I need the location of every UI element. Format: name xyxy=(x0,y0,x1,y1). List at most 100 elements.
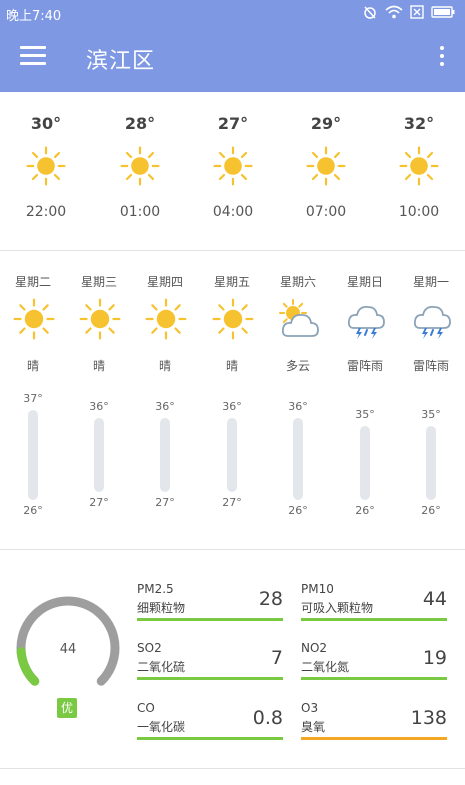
weather-description: 晴 xyxy=(158,359,171,373)
low-temp: 26° xyxy=(355,503,375,517)
low-temp: 26° xyxy=(288,503,308,517)
hourly-time: 04:00 xyxy=(212,204,254,220)
temp-range-bar xyxy=(160,418,170,492)
daily-item: 星期四 晴 36° 27° xyxy=(132,252,198,548)
temp-range-bar xyxy=(360,426,370,500)
day-name: 星期五 xyxy=(213,275,250,289)
weather-description: 雷阵雨 xyxy=(346,359,383,373)
pollutant-item: CO 一氧化碳 0.8 xyxy=(137,701,283,743)
daily-item: 星期日 雷阵雨 35° 26° xyxy=(332,252,398,548)
air-quality-panel: 44 优 PM2.5 细颗粒物 28 PM10 可吸入颗粒物 44 SO2 二氧… xyxy=(0,550,465,770)
sun-icon xyxy=(306,146,346,186)
day-name: 星期一 xyxy=(412,275,449,289)
thunderstorm-icon xyxy=(411,298,453,340)
page-title: 滨江区 xyxy=(86,49,156,74)
alarm-icon xyxy=(364,6,376,19)
pollutant-code: O3 xyxy=(301,701,319,715)
low-temp: 26° xyxy=(23,503,43,517)
hourly-time: 10:00 xyxy=(398,204,440,220)
status-time: 晚上7:40 xyxy=(6,9,62,24)
sun-icon xyxy=(212,298,254,340)
temp-range-bar xyxy=(94,418,104,492)
pollutant-name: 二氧化硫 xyxy=(137,660,186,674)
sun-icon xyxy=(120,146,160,186)
app-bar: 滨江区 xyxy=(0,26,465,92)
high-temp: 37° xyxy=(23,392,43,406)
low-temp: 26° xyxy=(421,503,441,517)
day-name: 星期三 xyxy=(80,275,117,289)
partly-cloudy-icon xyxy=(278,298,320,340)
pollutant-name: 二氧化氮 xyxy=(301,660,350,674)
pollutant-item: PM2.5 细颗粒物 28 xyxy=(137,582,283,624)
pollutant-item: NO2 二氧化氮 19 xyxy=(301,641,447,683)
hourly-time: 22:00 xyxy=(25,204,67,220)
pollutant-level-line xyxy=(137,737,283,740)
pollutant-item: PM10 可吸入颗粒物 44 xyxy=(301,582,447,624)
divider xyxy=(0,250,465,251)
day-name: 星期四 xyxy=(146,275,183,289)
pollutant-value: 138 xyxy=(410,707,447,729)
day-name: 星期六 xyxy=(279,275,316,289)
thunderstorm-icon xyxy=(345,298,387,340)
high-temp: 36° xyxy=(89,400,109,414)
pollutant-code: SO2 xyxy=(137,641,162,655)
sun-icon xyxy=(145,298,187,340)
divider xyxy=(0,768,465,769)
daily-item: 星期二 晴 37° 26° xyxy=(0,252,66,548)
low-temp: 27° xyxy=(222,495,242,509)
high-temp: 36° xyxy=(155,400,175,414)
low-temp: 27° xyxy=(155,495,175,509)
low-temp: 27° xyxy=(89,495,109,509)
pollutant-value: 19 xyxy=(422,647,447,669)
daily-item: 星期五 晴 36° 27° xyxy=(199,252,265,548)
sun-icon xyxy=(79,298,121,340)
temp-range-bar xyxy=(28,410,38,500)
sun-icon xyxy=(399,146,439,186)
sun-icon xyxy=(13,298,55,340)
aqi-value: 44 xyxy=(59,642,77,657)
pollutant-code: CO xyxy=(137,701,155,715)
weather-description: 晴 xyxy=(92,359,105,373)
temp-range-bar xyxy=(426,426,436,500)
temp-range-bar xyxy=(293,418,303,500)
pollutant-value: 0.8 xyxy=(252,707,283,729)
hourly-forecast: 30° 22:00 28° 01:00 27° 04:00 29° 07:00 32° … xyxy=(0,92,465,250)
aqi-level-badge: 优 xyxy=(57,698,77,718)
pollutant-name: 细颗粒物 xyxy=(137,601,186,615)
weather-description: 晴 xyxy=(26,359,39,373)
high-temp: 35° xyxy=(355,408,375,422)
sun-icon xyxy=(26,146,66,186)
sim-icon xyxy=(410,5,424,19)
daily-item: 星期一 雷阵雨 35° 26° xyxy=(398,252,464,548)
hourly-temp: 28° xyxy=(124,114,156,133)
day-name: 星期日 xyxy=(346,275,383,289)
pollutant-name: 一氧化碳 xyxy=(137,720,186,734)
pollutant-code: PM10 xyxy=(301,582,334,596)
weather-description: 多云 xyxy=(285,359,310,373)
hourly-temp: 27° xyxy=(217,114,249,133)
daily-item: 星期三 晴 36° 27° xyxy=(66,252,132,548)
pollutant-name: 可吸入颗粒物 xyxy=(301,601,374,615)
pollutant-code: PM2.5 xyxy=(137,582,174,596)
weather-description: 晴 xyxy=(225,359,238,373)
daily-item: 星期六 多云 36° 26° xyxy=(265,252,331,548)
weather-description: 雷阵雨 xyxy=(412,359,449,373)
more-options-icon[interactable] xyxy=(437,46,447,70)
hourly-time: 01:00 xyxy=(119,204,161,220)
pollutant-code: NO2 xyxy=(301,641,328,655)
hourly-temp: 30° xyxy=(30,114,62,133)
hourly-time: 07:00 xyxy=(305,204,347,220)
status-bar: 晚上7:40 xyxy=(0,0,465,26)
menu-icon[interactable] xyxy=(20,46,46,68)
weather-app: 晚上7:40 滨江区 30° 22:00 28° 01:00 27° 04:00… xyxy=(0,0,465,785)
pollutant-value: 28 xyxy=(258,588,283,610)
sun-icon xyxy=(213,146,253,186)
high-temp: 35° xyxy=(421,408,441,422)
pollutant-level-line xyxy=(301,677,447,680)
high-temp: 36° xyxy=(222,400,242,414)
battery-icon xyxy=(431,6,455,18)
day-name: 星期二 xyxy=(14,275,51,289)
pollutant-item: SO2 二氧化硫 7 xyxy=(137,641,283,683)
pollutant-value: 7 xyxy=(270,647,283,669)
pollutant-item: O3 臭氧 138 xyxy=(301,701,447,743)
